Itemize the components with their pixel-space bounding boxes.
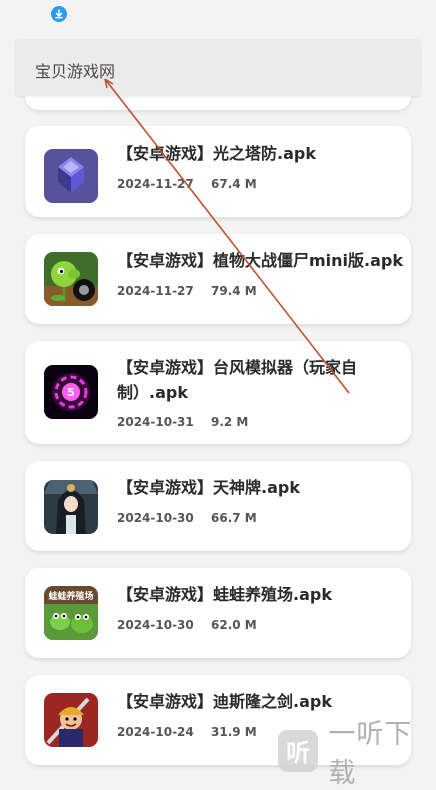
item-title: 【安卓游戏】蛙蛙养殖场.apk (117, 585, 332, 604)
site-title: 宝贝游戏网 (35, 62, 116, 81)
item-meta: 2024-10-31 9.2 M (117, 415, 248, 429)
frog-farm-text: 蛙蛙养殖场 (48, 590, 93, 602)
item-date: 2024-10-30 (117, 511, 194, 525)
item-size: 9.2 M (211, 415, 249, 429)
frog-farm-icon: 蛙蛙养殖场 (44, 586, 98, 640)
item-meta: 2024-10-30 62.0 M (117, 618, 257, 632)
item-title: 【安卓游戏】迪斯隆之剑.apk (117, 692, 332, 711)
item-meta: 2024-11-27 79.4 M (117, 284, 257, 298)
list-item[interactable]: 蛙蛙养殖场 【安卓游戏】蛙蛙养殖场.apk 2024-10-30 62.0 M (25, 568, 411, 658)
peashooter-icon (44, 252, 98, 306)
item-size: 66.7 M (211, 511, 257, 525)
list-item[interactable]: 5 【安卓游戏】台风模拟器（玩家自制）.apk 2024-10-31 9.2 M (25, 341, 411, 444)
sword-hero-icon (44, 693, 98, 747)
status-bar (0, 0, 436, 34)
item-title: 【安卓游戏】光之塔防.apk (117, 144, 316, 163)
item-size: 79.4 M (211, 284, 257, 298)
download-icon (51, 6, 67, 22)
item-meta: 2024-10-30 66.7 M (117, 511, 257, 525)
typhoon-icon: 5 (44, 365, 98, 419)
item-date: 2024-10-31 (117, 415, 194, 429)
list-item[interactable]: 【安卓游戏】植物大战僵尸mini版.apk 2024-11-27 79.4 M (25, 234, 411, 324)
item-title: 【安卓游戏】植物大战僵尸mini版.apk (117, 251, 404, 270)
item-date: 2024-10-30 (117, 618, 194, 632)
item-date: 2024-10-24 (117, 725, 194, 739)
tower-defense-icon (44, 149, 98, 203)
deity-card-icon (44, 480, 98, 534)
typhoon-level: 5 (67, 386, 75, 399)
site-title-bar: 宝贝游戏网 (15, 39, 421, 96)
watermark-text: 一听下载 (328, 718, 413, 789)
watermark-logo: 听 (278, 729, 319, 772)
item-meta: 2024-10-24 31.9 M (117, 725, 257, 739)
item-title: 【安卓游戏】台风模拟器（玩家自制）.apk (117, 358, 358, 402)
list-item[interactable]: 【安卓游戏】天神牌.apk 2024-10-30 66.7 M (25, 461, 411, 551)
watermark: 听 一听下载 (274, 719, 436, 789)
item-meta: 2024-11-27 67.4 M (117, 177, 257, 191)
item-size: 31.9 M (211, 725, 257, 739)
item-size: 67.4 M (211, 177, 257, 191)
item-title: 【安卓游戏】天神牌.apk (117, 478, 300, 497)
item-size: 62.0 M (211, 618, 257, 632)
item-date: 2024-11-27 (117, 177, 194, 191)
list-item[interactable]: 【安卓游戏】光之塔防.apk 2024-11-27 67.4 M (25, 126, 411, 217)
item-date: 2024-11-27 (117, 284, 194, 298)
